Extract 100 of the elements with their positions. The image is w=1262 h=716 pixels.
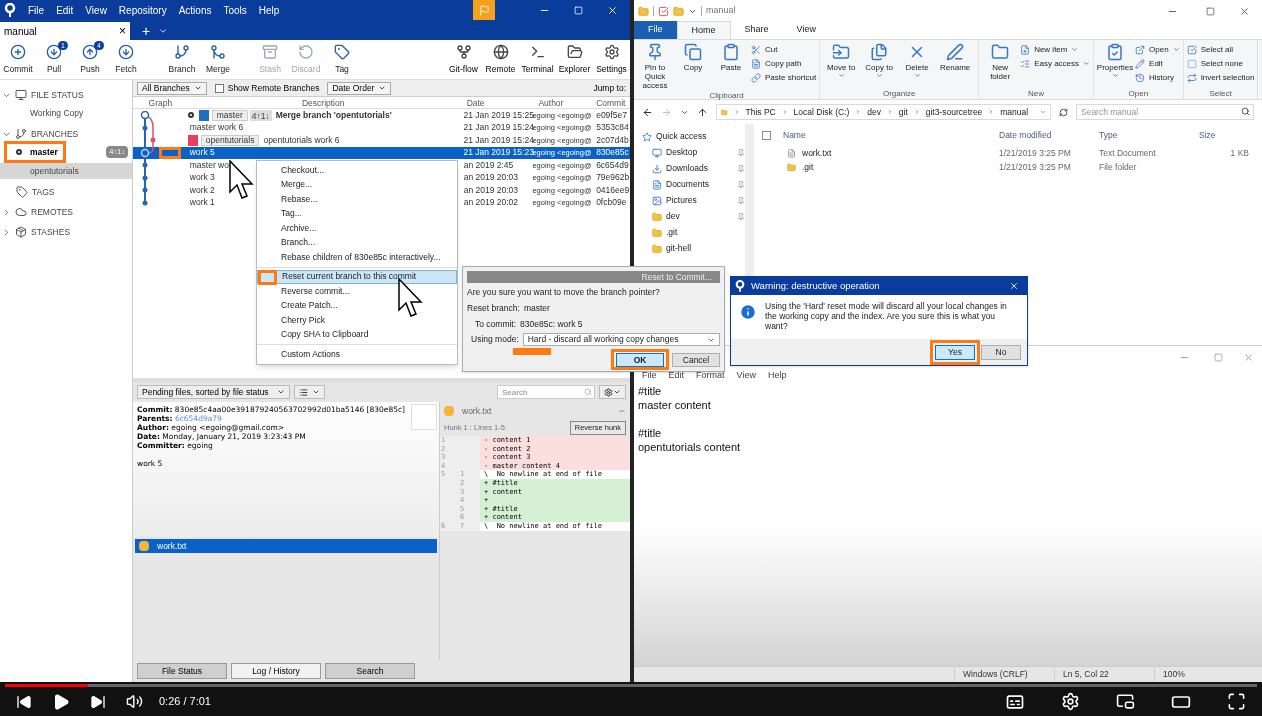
next-icon[interactable]	[90, 693, 106, 710]
close-icon[interactable]	[607, 4, 618, 16]
file-row[interactable]: work.txt 1/21/2019 3:25 PM Text Document 1 KB	[762, 146, 1262, 160]
dialog-button[interactable]: No	[981, 344, 1021, 360]
dialog-button[interactable]: Cancel	[672, 353, 720, 368]
sidebar-section[interactable]: TAGS	[0, 185, 132, 199]
commit-description[interactable]: master work 6	[189, 121, 244, 135]
ribbon-button[interactable]: Pin to Quick access	[637, 43, 673, 90]
sidebar-section[interactable]: REMOTES	[0, 205, 132, 219]
menu-item[interactable]: Actions	[178, 2, 212, 18]
toolbar-button[interactable]: Tag	[324, 43, 360, 76]
menu-item[interactable]: File	[28, 2, 45, 18]
menu-item[interactable]: Repository	[118, 2, 167, 18]
menu-item[interactable]: Reverse commit...	[257, 284, 457, 299]
ribbon-button[interactable]: Copy to	[861, 43, 898, 88]
settings-button[interactable]	[599, 385, 626, 399]
column-header[interactable]: Commit	[596, 97, 630, 108]
up-icon[interactable]	[697, 106, 708, 118]
column-header[interactable]: Date	[458, 97, 531, 108]
toolbar-button[interactable]: Merge	[200, 43, 236, 76]
file-row[interactable]: work.txt	[135, 539, 437, 553]
search-field[interactable]: Search	[497, 385, 595, 399]
menu-item[interactable]: Help	[258, 2, 280, 18]
miniplayer-icon[interactable]	[1116, 692, 1135, 711]
commit-description[interactable]: work 1	[189, 196, 215, 210]
ribbon-button[interactable]: New item	[1020, 43, 1091, 56]
commit-description[interactable]: master wo	[189, 158, 229, 172]
file-row[interactable]: .git 1/21/2019 3:25 PM File folder	[762, 160, 1262, 174]
menu-item[interactable]: Reset current branch to this commit	[257, 269, 457, 284]
sidebar-item[interactable]: opentutorials	[0, 163, 132, 179]
path-segment[interactable]: Local Disk (C:)	[793, 105, 850, 119]
view-tab[interactable]: Log / History	[231, 663, 321, 679]
nav-item[interactable]: Desktop	[642, 146, 745, 159]
column-header[interactable]: Graph	[133, 97, 188, 108]
menu-item[interactable]: Merge...	[257, 177, 457, 192]
menu-item[interactable]: View	[736, 369, 756, 383]
toolbar-button[interactable]: Settings	[593, 43, 630, 76]
properties-icon[interactable]	[658, 5, 669, 17]
tab-close[interactable]: ×	[119, 22, 126, 40]
toolbar-button[interactable]: Terminal	[519, 43, 556, 76]
search-field[interactable]: Search manual	[1076, 104, 1254, 120]
commit-description[interactable]: Merge branch 'opentutorials'	[275, 108, 392, 122]
ribbon-button[interactable]: Paste	[713, 43, 749, 90]
menu-item[interactable]: Help	[767, 369, 787, 383]
toolbar-button[interactable]: Remote	[482, 43, 519, 76]
nav-item[interactable]: .git	[642, 226, 745, 239]
column-header[interactable]: Size	[1199, 128, 1249, 142]
column-header[interactable]: Author	[530, 97, 597, 108]
nav-item[interactable]: Downloads	[642, 162, 745, 175]
menu-item[interactable]: Checkout...	[257, 163, 457, 178]
toolbar-button[interactable]: Commit	[0, 43, 36, 76]
caret-icon[interactable]	[158, 26, 169, 36]
ribbon-button[interactable]: Easy access	[1020, 57, 1091, 70]
column-header[interactable]: Name	[783, 128, 999, 142]
sidebar-section[interactable]: BRANCHES	[0, 127, 132, 141]
path-segment[interactable]: manual	[1000, 105, 1029, 119]
address-bar[interactable]: This PC Local Disk (C:) dev git git3-sourcetree manual	[716, 104, 1051, 120]
menu-item[interactable]: Custom Actions	[257, 347, 457, 362]
view-tab[interactable]: File Status	[137, 663, 227, 679]
volume-icon[interactable]	[126, 693, 143, 710]
sidebar-section[interactable]: STASHES	[0, 225, 132, 239]
toolbar-button[interactable]: Explorer	[556, 43, 593, 76]
ribbon-tab[interactable]: View	[782, 21, 830, 39]
view-mode-button[interactable]	[293, 385, 325, 399]
ribbon-button[interactable]: Invert selection	[1186, 71, 1255, 84]
nav-item[interactable]: Pictures	[642, 194, 745, 207]
ribbon-button[interactable]: New folder	[982, 43, 1019, 88]
menu-item[interactable]: Rebase...	[257, 192, 457, 207]
progress-track[interactable]	[5, 684, 1257, 687]
menu-item[interactable]: View	[85, 2, 107, 18]
ribbon-button[interactable]: Copy	[675, 43, 711, 90]
ribbon-button[interactable]: Paste shortcut	[751, 71, 817, 84]
commit-description[interactable]: work 5	[189, 146, 215, 160]
sidebar-item[interactable]: Working Copy	[0, 105, 132, 121]
close-icon[interactable]	[1239, 5, 1250, 17]
ribbon-tab[interactable]: File	[634, 21, 677, 39]
menu-item[interactable]: Create Patch...	[257, 298, 457, 313]
ribbon-tab[interactable]: Home	[676, 21, 731, 39]
commit-description[interactable]: work 3	[189, 171, 215, 185]
path-segment[interactable]: This PC	[745, 105, 776, 119]
menu-item[interactable]: Archive...	[257, 221, 457, 236]
ribbon-button[interactable]: Select all	[1186, 43, 1255, 56]
ribbon-button[interactable]: Delete	[899, 43, 936, 88]
column-header[interactable]: Date modified	[999, 128, 1099, 142]
sidebar-section[interactable]: FILE STATUS	[0, 88, 132, 102]
menu-item[interactable]: Tag...	[257, 206, 457, 221]
path-segment[interactable]: git	[898, 105, 908, 119]
back-icon[interactable]	[642, 106, 653, 118]
close-icon[interactable]	[1009, 281, 1019, 291]
ribbon-button[interactable]: Copy path	[751, 57, 817, 70]
menu-item[interactable]: Cherry Pick	[257, 313, 457, 328]
mode-dropdown[interactable]: Hard - discard all working copy changes	[522, 333, 720, 347]
previous-icon[interactable]	[16, 693, 32, 710]
menu-item[interactable]: Tools	[223, 2, 247, 18]
repository-tab[interactable]: manual ×	[0, 22, 130, 40]
view-tab[interactable]: Search	[325, 663, 415, 679]
nav-item[interactable]: git-hell	[642, 242, 745, 255]
ribbon-button[interactable]: Rename	[937, 43, 974, 88]
nav-item[interactable]: dev	[642, 210, 745, 223]
toolbar-button[interactable]: Branch	[164, 43, 200, 76]
